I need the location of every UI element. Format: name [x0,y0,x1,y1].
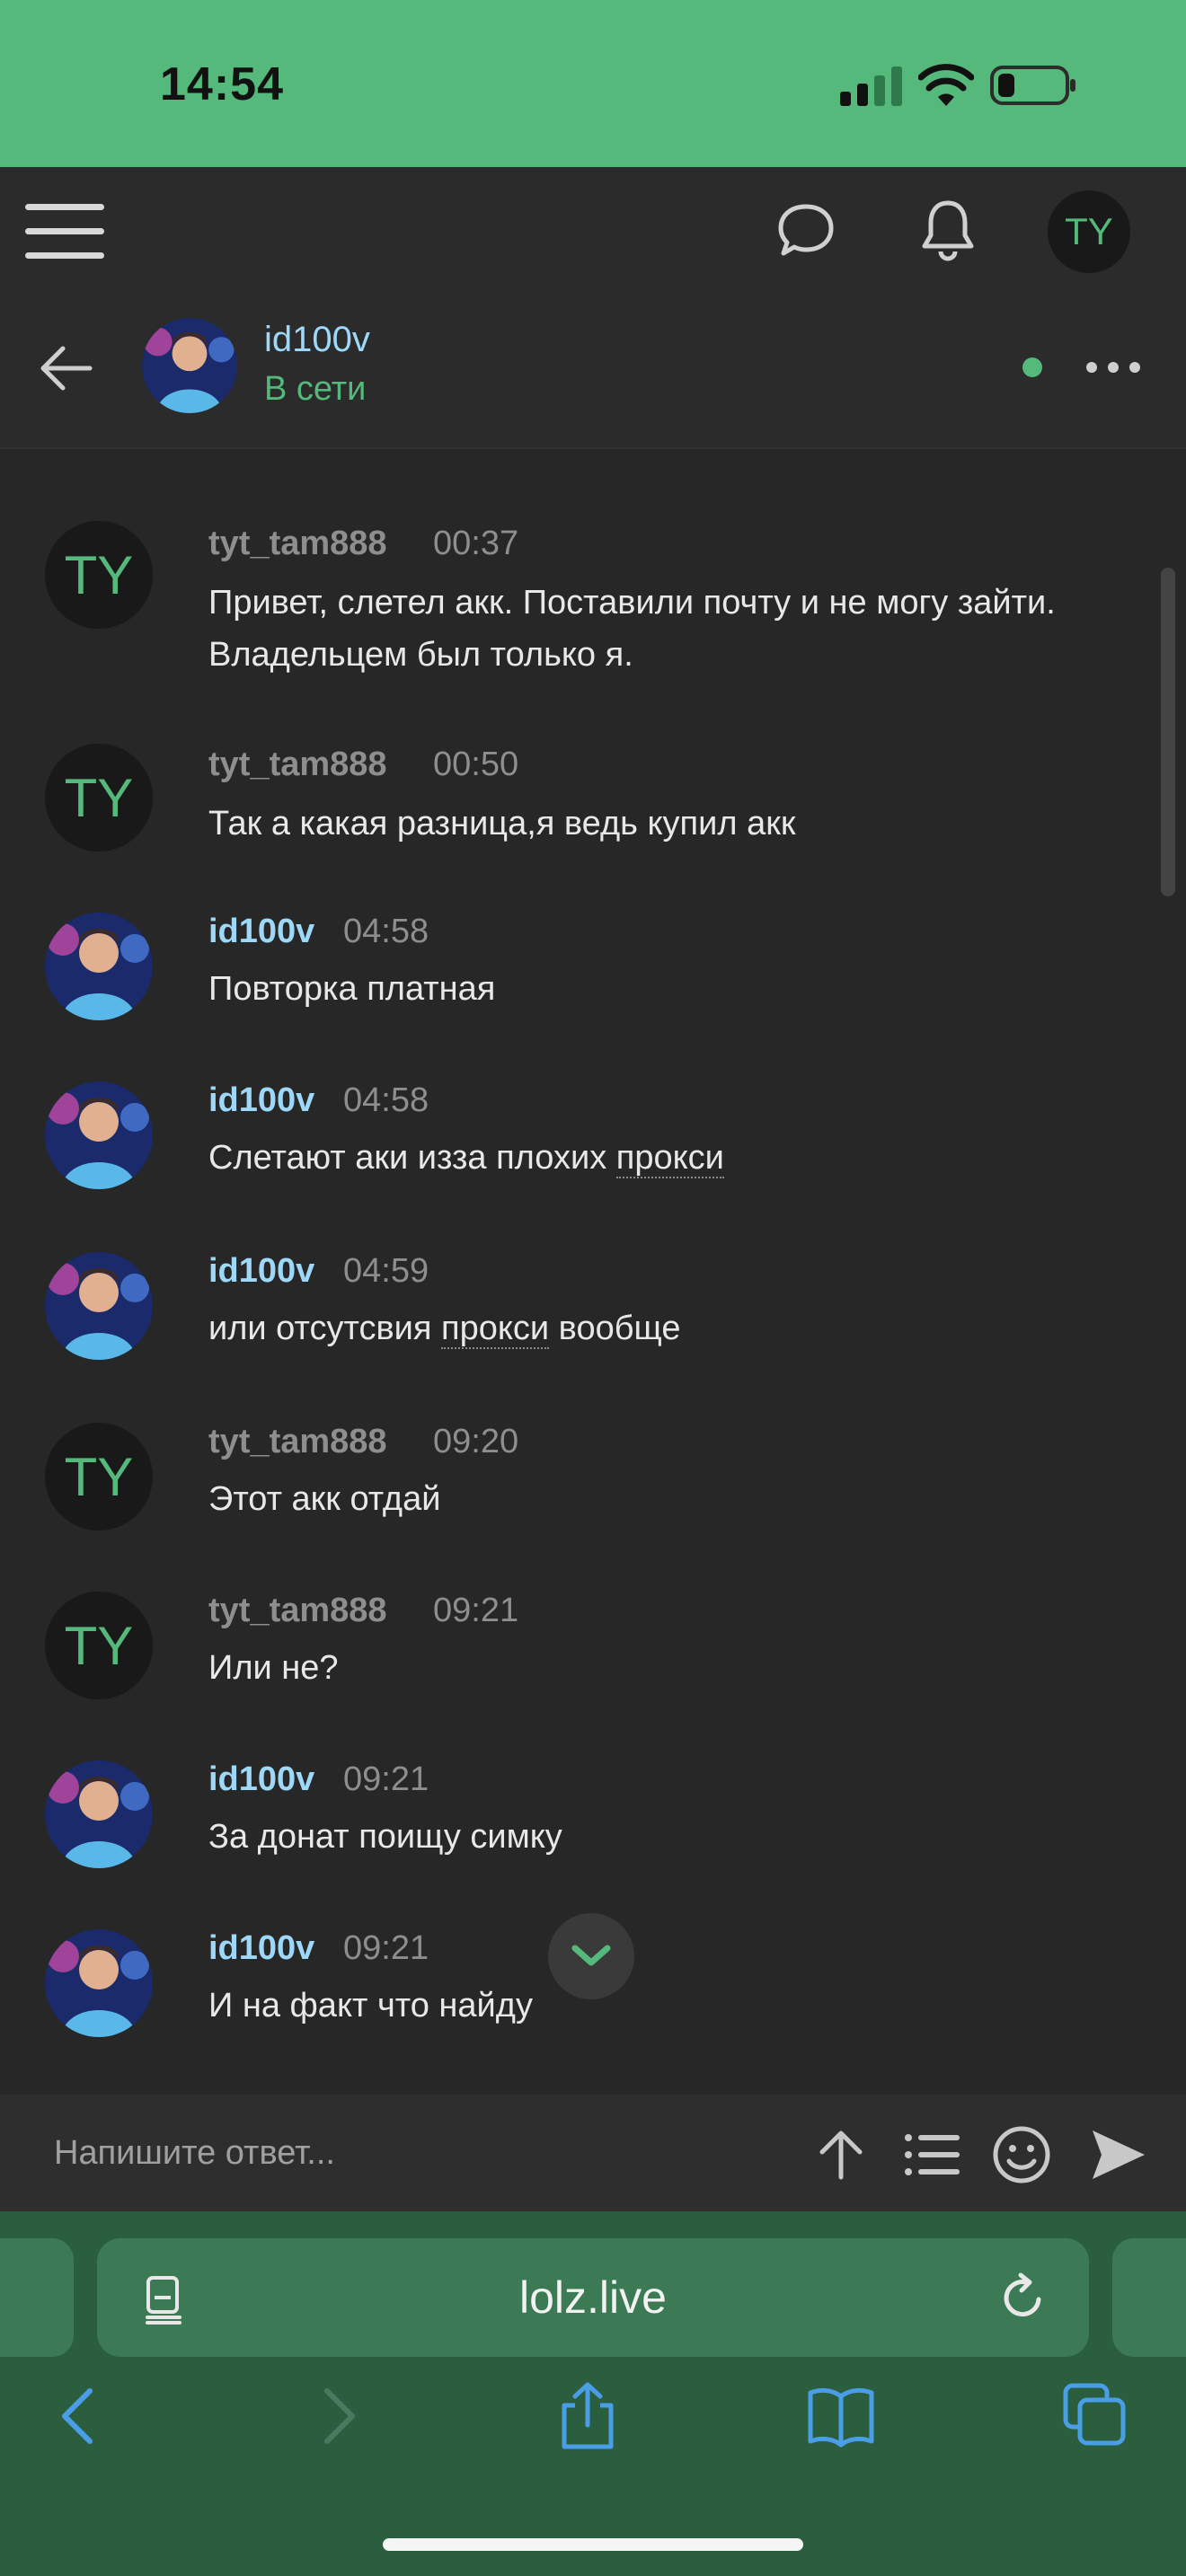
scroll-to-bottom-button[interactable] [548,1913,634,1999]
notifications-bell-icon[interactable] [916,196,979,264]
message-text-part: или отсутсвия [208,1310,441,1347]
menu-icon[interactable] [25,194,104,271]
back-arrow-icon[interactable] [34,336,99,401]
battery-icon [990,66,1075,105]
message-author[interactable]: id100v [208,1081,314,1120]
list-icon[interactable] [902,2125,961,2184]
chevron-down-icon [571,1945,611,1966]
message-text: Так а какая разница,я ведь купил акк [208,805,796,842]
home-indicator[interactable] [383,2538,803,2551]
emoji-icon[interactable] [992,2125,1051,2184]
app-header: TY [0,167,1186,300]
message-time: 04:58 [343,913,429,950]
author-avatar[interactable]: TY [45,744,153,851]
conversation-header: id100v В сети [0,300,1186,449]
share-icon[interactable] [552,2380,624,2452]
status-time: 14:54 [160,58,284,110]
bookmarks-icon[interactable] [805,2380,877,2452]
message-text: Слетают аки изза плохих прокси [208,1132,1152,1184]
message-time: 09:20 [433,1423,519,1460]
browser-forward-icon [324,2388,355,2444]
message-time: 04:58 [343,1081,429,1119]
proxy-term-link[interactable]: прокси [441,1310,550,1349]
author-avatar[interactable] [45,1081,153,1189]
message-text: Привет, слетел акк. Поставили почту и не… [208,584,1056,674]
contact-name[interactable]: id100v [264,320,370,360]
message-author[interactable]: tyt_tam888 [208,525,387,563]
reload-icon[interactable] [997,2272,1048,2323]
conversations-icon[interactable] [774,199,837,262]
message-author[interactable]: id100v [208,1252,314,1291]
message-time: 00:50 [433,745,519,783]
message-author[interactable]: id100v [208,1929,314,1968]
author-avatar[interactable]: TY [45,521,153,629]
online-indicator [1022,357,1042,377]
message-text: За донат поищу симку [208,1818,562,1856]
message-text: И на факт что найду [208,1987,533,2025]
more-options-icon[interactable] [1084,352,1143,383]
next-tab-peek[interactable] [1112,2238,1186,2357]
message-time: 09:21 [343,1760,429,1798]
message-author[interactable]: tyt_tam888 [208,1592,387,1630]
message-text: Или не? [208,1649,339,1687]
message-author[interactable]: id100v [208,1760,314,1799]
message-time: 04:59 [343,1252,429,1290]
contact-status: В сети [264,370,367,408]
cellular-signal-icon [840,66,902,106]
message-author[interactable]: tyt_tam888 [208,1423,387,1461]
wifi-icon [918,64,974,106]
message-author[interactable]: id100v [208,913,314,951]
reply-input[interactable] [54,2130,791,2175]
previous-tab-peek[interactable] [0,2238,74,2357]
message-text: Этот акк отдай [208,1480,441,1518]
upload-arrow-icon[interactable] [811,2125,871,2184]
browser-back-icon[interactable] [43,2380,115,2452]
browser-toolbar: lolz.live [0,2211,1186,2576]
message-author[interactable]: tyt_tam888 [208,745,387,784]
message-time: 09:21 [343,1929,429,1967]
message-time: 00:37 [433,525,519,562]
author-avatar[interactable]: TY [45,1423,153,1531]
contact-avatar[interactable] [142,318,237,413]
tabs-icon[interactable] [1058,2380,1130,2452]
message-text: Повторка платная [208,970,496,1008]
status-bar: 14:54 [0,0,1186,167]
send-icon[interactable] [1089,2125,1148,2184]
url-text[interactable]: lolz.live [97,2238,1089,2357]
message-text-part: Слетают аки изза плохих [208,1139,616,1177]
message-text: или отсутсвия прокси вообще [208,1302,1152,1354]
author-avatar[interactable] [45,1760,153,1868]
scrollbar-thumb[interactable] [1161,568,1175,896]
author-avatar[interactable] [45,1929,153,2037]
author-avatar[interactable]: TY [45,1592,153,1699]
author-avatar[interactable] [45,1252,153,1360]
author-avatar[interactable] [45,913,153,1020]
message-text-part: вообще [549,1310,681,1347]
user-avatar[interactable]: TY [1048,190,1130,273]
address-bar[interactable]: lolz.live [97,2238,1089,2357]
message-time: 09:21 [433,1592,519,1629]
proxy-term-link[interactable]: прокси [615,1139,724,1178]
message-list[interactable]: TY tyt_tam888 00:37 Привет, слетел акк. … [0,449,1186,2095]
reply-bar [0,2095,1186,2211]
